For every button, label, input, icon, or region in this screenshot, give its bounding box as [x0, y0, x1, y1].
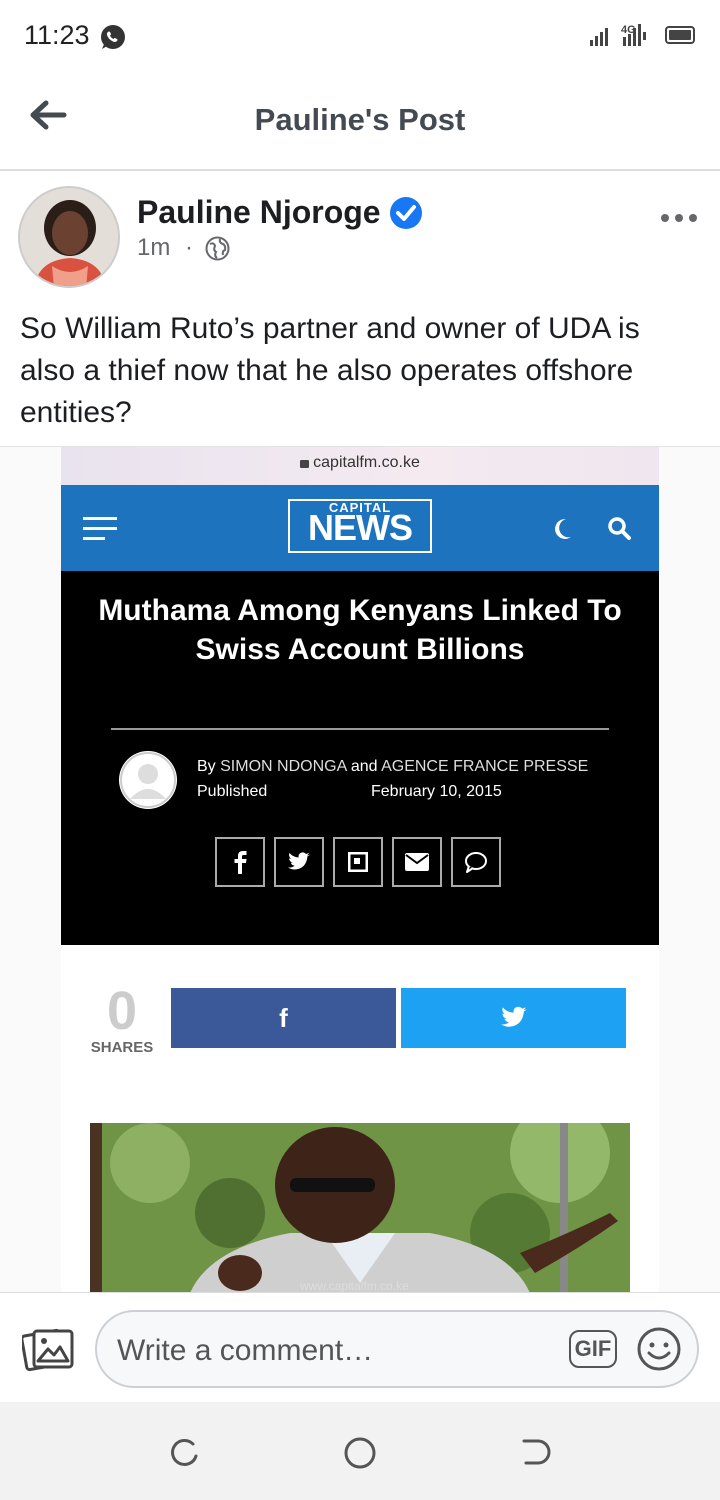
search-icon	[608, 517, 631, 540]
comment-placeholder: Write a comment…	[117, 1334, 374, 1367]
back-nav-icon[interactable]	[520, 1436, 552, 1468]
whatsapp-icon	[101, 25, 125, 49]
article-headline: Muthama Among Kenyans Linked To Swiss Ac…	[98, 594, 622, 666]
comment-input[interactable]: Write a comment… GIF	[95, 1310, 699, 1388]
page-title: Pauline's Post	[254, 102, 466, 137]
photo-watermark: www.capitalfm.co.ke	[299, 1279, 409, 1293]
post-meta: 1m ·	[137, 234, 193, 262]
facebook-share-button: f	[171, 988, 396, 1048]
post-time[interactable]: 1m	[137, 234, 170, 261]
divider	[111, 728, 609, 730]
recent-apps-icon[interactable]	[168, 1436, 200, 1468]
browser-url-bar: capitalfm.co.ke	[61, 447, 659, 485]
emoji-icon[interactable]	[636, 1326, 682, 1372]
signal-icon: 4G	[588, 22, 658, 53]
app-header: Pauline's Post	[0, 70, 720, 171]
share-twitter-icon	[274, 837, 324, 887]
twitter-share-button	[401, 988, 626, 1048]
url-text: capitalfm.co.ke	[313, 454, 420, 471]
post-image[interactable]: capitalfm.co.ke CAPITAL NEWS Muthama Amo…	[0, 446, 720, 1293]
twitter-icon	[500, 1006, 527, 1027]
battery-icon	[665, 26, 695, 44]
hamburger-menu-icon	[83, 517, 117, 540]
avatar[interactable]	[18, 186, 120, 288]
share-count: 0	[106, 981, 138, 1041]
author-avatar	[119, 751, 177, 809]
article-header: Muthama Among Kenyans Linked To Swiss Ac…	[61, 571, 659, 945]
comment-bar: Write a comment… GIF	[0, 1292, 720, 1403]
post-text: So William Ruto’s partner and owner of U…	[20, 312, 640, 429]
share-email-icon	[392, 837, 442, 887]
capital-news-logo: CAPITAL NEWS	[288, 499, 432, 553]
article-photo: www.capitalfm.co.ke	[90, 1123, 630, 1293]
site-navbar: CAPITAL NEWS	[61, 485, 659, 571]
article-byline: By SIMON NDONGA and AGENCE FRANCE PRESSE	[197, 758, 589, 775]
globe-icon	[205, 236, 230, 261]
photo-attach-icon[interactable]	[22, 1325, 74, 1373]
verified-badge-icon	[390, 197, 422, 229]
gif-button[interactable]: GIF	[569, 1330, 617, 1368]
article-body: 0 SHARES f www.capitalfm.co.ke	[61, 945, 659, 1293]
status-bar: 11:23 4G	[0, 0, 720, 70]
more-options-icon[interactable]	[660, 212, 700, 224]
author-name[interactable]: Pauline Njoroge	[137, 194, 381, 231]
share-facebook-icon	[215, 837, 265, 887]
shares-label: SHARES	[90, 1039, 154, 1056]
share-comment-icon	[451, 837, 501, 887]
system-nav-bar	[0, 1402, 720, 1500]
share-flipboard-icon	[333, 837, 383, 887]
lock-icon	[300, 460, 310, 468]
meta-separator: ·	[185, 234, 194, 261]
home-icon[interactable]	[343, 1436, 377, 1470]
published-label: Published	[197, 783, 268, 800]
moon-icon	[555, 518, 571, 539]
clock: 11:23	[24, 20, 90, 50]
published-date: February 10, 2015	[371, 783, 502, 800]
